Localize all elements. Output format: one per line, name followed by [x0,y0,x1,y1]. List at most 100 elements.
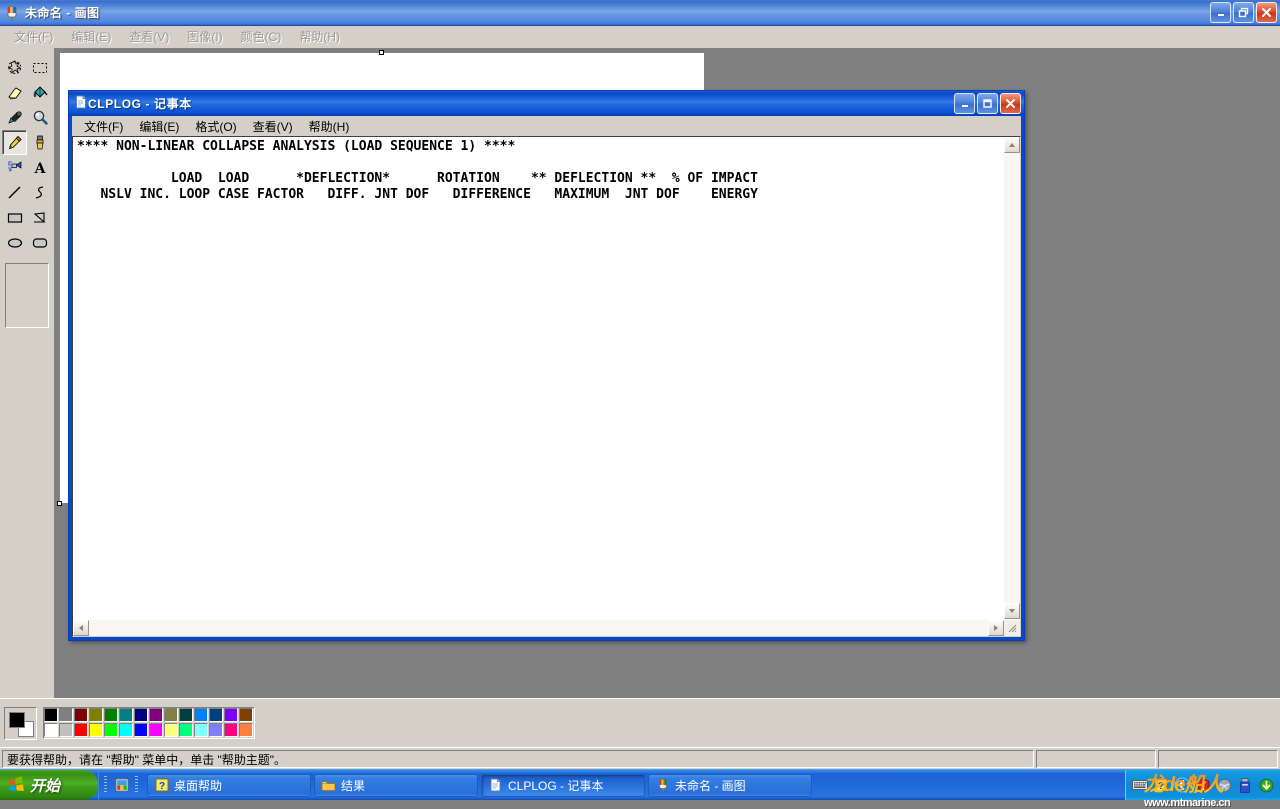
task-button-desktop-help[interactable]: ? 桌面帮助 [147,774,311,797]
curve-tool[interactable] [27,180,52,205]
keyboard-language-icon[interactable] [1132,777,1148,793]
palette-color-swatch[interactable] [194,708,208,722]
paint-menu-colors[interactable]: 颜色(C) [232,26,291,47]
palette-color-swatch[interactable] [179,723,193,737]
rounded-rectangle-tool[interactable] [27,230,52,255]
palette-color-swatch[interactable] [149,708,163,722]
notepad-close-button[interactable] [1000,93,1021,114]
notepad-text-content[interactable]: **** NON-LINEAR COLLAPSE ANALYSIS (LOAD … [73,137,1003,619]
quick-launch-bar [98,770,143,800]
palette-color-swatch[interactable] [89,708,103,722]
palette-color-swatch[interactable] [119,708,133,722]
task-button-clplog-notepad[interactable]: CLPLOG - 记事本 [481,774,645,797]
palette-color-swatch[interactable] [179,708,193,722]
paint-menu-edit[interactable]: 编辑(E) [62,26,120,47]
scroll-left-button[interactable] [73,620,89,636]
taskbar-grip[interactable] [135,776,138,794]
notepad-menu-file[interactable]: 文件(F) [76,116,131,137]
paint-close-button[interactable] [1256,2,1277,23]
quicklaunch-paint-icon[interactable] [113,776,131,794]
palette-color-swatch[interactable] [74,708,88,722]
paint-menu-help[interactable]: 帮助(H) [290,26,349,47]
palette-color-swatch[interactable] [209,723,223,737]
notepad-titlebar[interactable]: CLPLOG - 记事本 [69,91,1024,116]
palette-color-swatch[interactable] [44,723,58,737]
palette-color-swatch[interactable] [239,723,253,737]
eraser-tool[interactable] [2,80,27,105]
palette-color-swatch[interactable] [164,723,178,737]
paint-menu-image[interactable]: 图像(I) [178,26,231,47]
palette-color-swatch[interactable] [89,723,103,737]
scroll-down-button[interactable] [1004,603,1020,619]
palette-color-swatch[interactable] [59,708,73,722]
palette-color-swatch[interactable] [194,723,208,737]
notepad-menu-help[interactable]: 帮助(H) [301,116,358,137]
tool-options-panel[interactable] [5,263,49,328]
notepad-resize-grip[interactable] [1004,620,1020,636]
paint-titlebar[interactable]: 未命名 - 画图 [0,0,1280,26]
notepad-text-wrap: **** NON-LINEAR COLLAPSE ANALYSIS (LOAD … [73,137,1020,619]
palette-color-swatch[interactable] [59,723,73,737]
text-tool[interactable]: A [27,155,52,180]
paint-restore-button[interactable] [1233,2,1254,23]
brush-tool[interactable] [27,130,52,155]
rectangle-select-tool[interactable] [27,55,52,80]
palette-color-swatch[interactable] [134,723,148,737]
ellipse-tool[interactable] [2,230,27,255]
notepad-menu-format[interactable]: 格式(O) [187,116,244,137]
line-tool[interactable] [2,180,27,205]
palette-color-swatch[interactable] [119,723,133,737]
palette-color-swatch[interactable] [149,723,163,737]
show-hidden-icons-chevron[interactable] [1174,777,1190,793]
palette-color-swatch[interactable] [164,708,178,722]
update-arrow-icon[interactable] [1258,777,1274,793]
rectangle-tool[interactable] [2,205,27,230]
airbrush-tool[interactable] [2,155,27,180]
vertical-scroll-track[interactable] [1004,153,1020,603]
help-question-icon[interactable]: ? [1153,777,1169,793]
palette-color-swatch[interactable] [239,708,253,722]
pick-color-tool[interactable] [2,105,27,130]
palette-color-swatch[interactable] [209,708,223,722]
horizontal-scroll-track[interactable] [89,620,988,636]
notepad-menu-edit[interactable]: 编辑(E) [131,116,187,137]
color-preview-swatch[interactable] [4,707,37,740]
palette-color-swatch[interactable] [104,723,118,737]
polygon-tool[interactable] [27,205,52,230]
scroll-up-button[interactable] [1004,137,1020,153]
palette-color-swatch[interactable] [224,708,238,722]
usb-device-icon[interactable] [1237,777,1253,793]
foreground-color-swatch[interactable] [9,712,25,728]
paint-menu-view[interactable]: 查看(V) [120,26,178,47]
canvas-resize-handle-top[interactable] [379,50,384,55]
notepad-horizontal-scrollbar[interactable] [73,619,1020,636]
magnifier-tool[interactable] [27,105,52,130]
free-form-select-tool[interactable] [2,55,27,80]
notepad-window[interactable]: CLPLOG - 记事本 文件(F) 编辑(E) 格式(O) 查看(V) 帮助(… [68,90,1025,641]
palette-color-swatch[interactable] [74,723,88,737]
quick-launch-grip[interactable] [104,776,107,794]
notepad-minimize-button[interactable] [954,93,975,114]
color-palette[interactable] [43,707,255,739]
fill-with-color-tool[interactable] [27,80,52,105]
task-button-untitled-paint[interactable]: 未命名 - 画图 [648,774,812,797]
security-shield-icon[interactable] [1195,777,1211,793]
pencil-tool[interactable] [2,130,27,155]
notepad-maximize-button[interactable] [977,93,998,114]
task-button-results-folder[interactable]: 结果 [314,774,478,797]
network-activity-icon[interactable] [1216,777,1232,793]
notepad-menu-view[interactable]: 查看(V) [245,116,301,137]
paint-minimize-button[interactable] [1210,2,1231,23]
paint-menubar: 文件(F) 编辑(E) 查看(V) 图像(I) 颜色(C) 帮助(H) [0,26,1280,48]
palette-color-swatch[interactable] [104,708,118,722]
scroll-right-button[interactable] [988,620,1004,636]
palette-color-swatch[interactable] [44,708,58,722]
paint-color-box [0,698,1280,747]
start-button[interactable]: 开始 [0,770,98,800]
paint-statusbar: 要获得帮助，请在 "帮助" 菜单中，单击 "帮助主题"。 [0,747,1280,770]
notepad-vertical-scrollbar[interactable] [1003,137,1020,619]
canvas-resize-handle-bottom-left[interactable] [57,501,62,506]
paint-menu-file[interactable]: 文件(F) [5,26,62,47]
palette-color-swatch[interactable] [134,708,148,722]
palette-color-swatch[interactable] [224,723,238,737]
